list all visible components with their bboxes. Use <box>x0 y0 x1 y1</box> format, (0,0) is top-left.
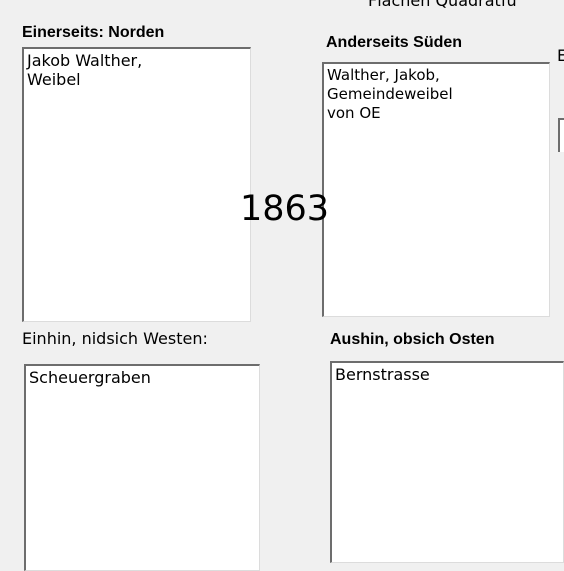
west-textarea[interactable]: Scheuergraben <box>24 364 260 571</box>
north-label: Einerseits: Norden <box>22 24 165 41</box>
area-header-partial: Flächen Quadratfu <box>368 0 517 10</box>
east-label: Aushin, obsich Osten <box>330 331 495 348</box>
west-label: Einhin, nidsich Westen: <box>22 329 208 348</box>
north-textarea[interactable]: Jakob Walther, Weibel <box>22 47 251 322</box>
south-textarea[interactable]: Walther, Jakob, Gemeindeweibel von OE <box>322 62 550 317</box>
right-partial-label: E <box>557 47 564 65</box>
year-overlay: 1863 <box>240 189 330 229</box>
right-partial-input[interactable] <box>558 118 564 152</box>
south-label: Anderseits Süden <box>326 34 463 51</box>
east-textarea[interactable]: Bernstrasse <box>330 361 564 563</box>
